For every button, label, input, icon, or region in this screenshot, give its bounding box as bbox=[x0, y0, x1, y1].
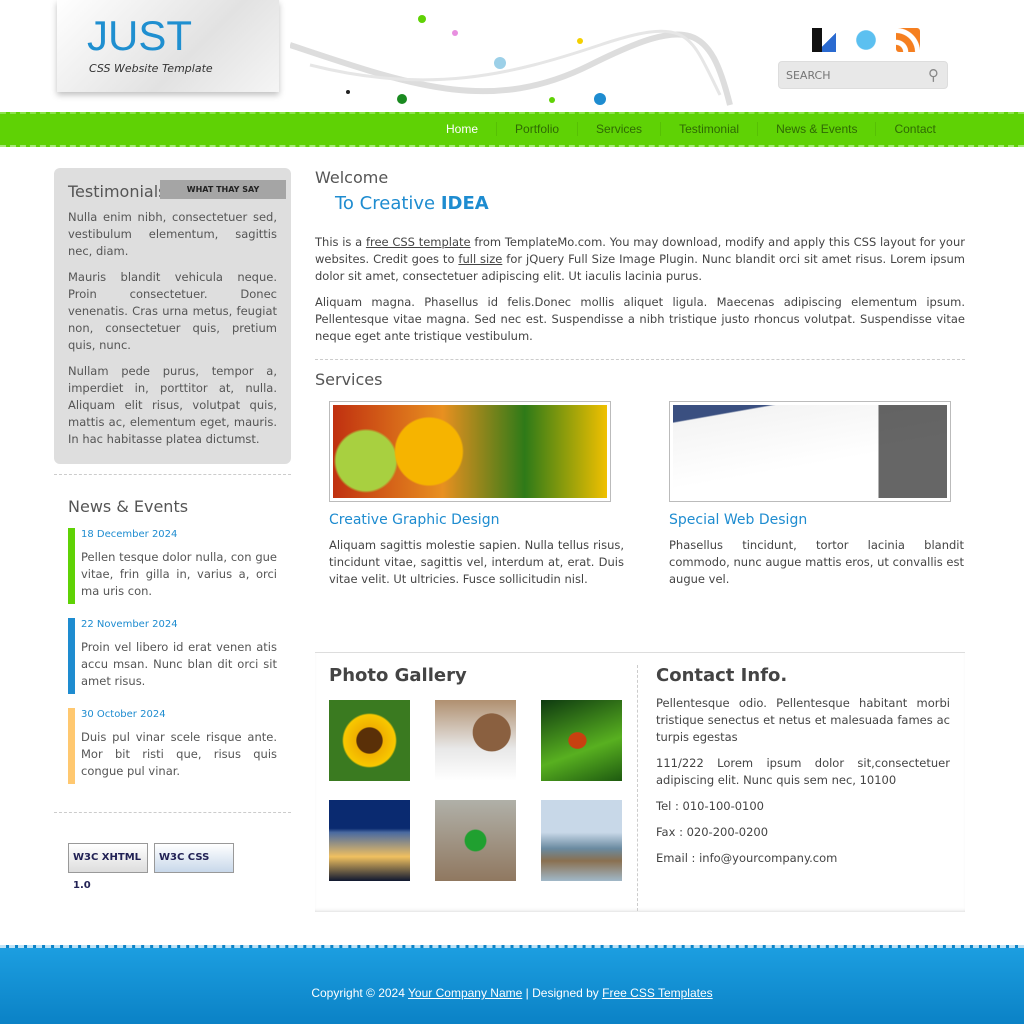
full-size-link[interactable]: full size bbox=[458, 252, 502, 266]
nav-item-contact[interactable]: Contact bbox=[876, 122, 953, 136]
copyright-text: Copyright © 2024 bbox=[311, 986, 409, 1000]
css-badge[interactable]: W3C CSS bbox=[154, 843, 234, 873]
logo-subtitle: CSS Website Template bbox=[89, 62, 213, 75]
gallery-photo-sunflower[interactable] bbox=[329, 700, 410, 781]
news-date[interactable]: 18 December 2024 bbox=[81, 529, 277, 540]
main-content: Welcome To Creative IDEA This is a free … bbox=[315, 168, 965, 588]
news-text: Proin vel libero id erat venen atis accu… bbox=[81, 640, 277, 688]
twitter-icon[interactable] bbox=[854, 28, 878, 52]
nav-item-services[interactable]: Services bbox=[578, 122, 662, 136]
header: JUST CSS Website Template ⚲ bbox=[0, 0, 1024, 112]
services-section: Services Creative Graphic Design Aliquam… bbox=[315, 359, 965, 588]
main-nav: Home Portfolio Services Testimonial News & E… bbox=[0, 112, 1024, 147]
search-box: ⚲ bbox=[778, 61, 948, 89]
company-link[interactable]: Your Company Name bbox=[408, 986, 522, 1000]
sidebar: Testimonials WHAT THAY SAY Nulla enim ni… bbox=[54, 168, 291, 903]
footer: Copyright © 2024 Your Company Name | Des… bbox=[0, 945, 1024, 1024]
service-item: Creative Graphic Design Aliquam sagittis… bbox=[329, 401, 624, 588]
footer-text: | Designed by bbox=[522, 986, 603, 1000]
logo[interactable]: JUST CSS Website Template bbox=[57, 0, 279, 92]
contact-address: 111/222 Lorem ipsum dolor sit,consectetu… bbox=[656, 756, 950, 787]
nav-item-news-events[interactable]: News & Events bbox=[758, 122, 877, 136]
delicious-icon[interactable] bbox=[812, 28, 836, 52]
testimonial-text: Nulla enim nibh, consectetuer sed, vesti… bbox=[68, 210, 277, 258]
validator-badges: W3C XHTML 1.0 W3C CSS bbox=[54, 813, 291, 903]
xhtml-badge[interactable]: W3C XHTML 1.0 bbox=[68, 843, 148, 891]
free-css-link[interactable]: free CSS template bbox=[366, 235, 471, 249]
welcome-paragraph: This is a free CSS template from Templat… bbox=[315, 234, 965, 285]
welcome-section: Welcome To Creative IDEA This is a free … bbox=[315, 168, 965, 345]
testimonials-box: Testimonials WHAT THAY SAY Nulla enim ni… bbox=[54, 168, 291, 464]
testimonial-text: Mauris blandit vehicula neque. Proin con… bbox=[68, 270, 277, 352]
nav-item-testimonial[interactable]: Testimonial bbox=[661, 122, 759, 136]
gallery-photo-ladybug[interactable] bbox=[541, 700, 622, 781]
designer-link[interactable]: Free CSS Templates bbox=[602, 986, 713, 1000]
subtitle-text: To Creative bbox=[335, 193, 441, 214]
service-image[interactable] bbox=[669, 401, 951, 502]
gallery-photo-city-night[interactable] bbox=[329, 800, 410, 881]
contact-email: Email : info@yourcompany.com bbox=[656, 851, 838, 865]
news-item: 30 October 2024 Duis pul vinar scele risq… bbox=[68, 708, 277, 784]
testimonial-text: Nullam pede purus, tempor a, imperdiet i… bbox=[68, 364, 277, 446]
welcome-subtitle: To Creative IDEA bbox=[335, 193, 965, 214]
gallery-title: Photo Gallery bbox=[329, 665, 467, 686]
text: This is a bbox=[315, 235, 366, 249]
search-input[interactable] bbox=[779, 62, 909, 88]
search-icon[interactable]: ⚲ bbox=[928, 66, 939, 84]
news-date[interactable]: 30 October 2024 bbox=[81, 709, 277, 720]
gallery-photo-pier[interactable] bbox=[541, 800, 622, 881]
news-events: News & Events 18 December 2024 Pellen tes… bbox=[54, 475, 291, 812]
news-title: News & Events bbox=[68, 497, 189, 516]
contact-title: Contact Info. bbox=[656, 665, 788, 686]
contact-fax: Fax : 020-200-0200 bbox=[656, 825, 769, 839]
service-text: Phasellus tincidunt, tortor lacinia blan… bbox=[669, 538, 964, 586]
gallery-photo-parrot[interactable] bbox=[435, 800, 516, 881]
service-text: Aliquam sagittis molestie sapien. Nulla … bbox=[329, 538, 624, 586]
photo-gallery: Photo Gallery bbox=[329, 665, 629, 881]
testimonials-tag: WHAT THAY SAY bbox=[160, 180, 286, 199]
services-title: Services bbox=[315, 370, 383, 389]
contact-tel: Tel : 010-100-0100 bbox=[656, 799, 764, 813]
logo-title: JUST bbox=[87, 12, 192, 59]
service-item: Special Web Design Phasellus tincidunt, … bbox=[669, 401, 964, 588]
news-date[interactable]: 22 November 2024 bbox=[81, 619, 277, 630]
social-links bbox=[812, 28, 920, 52]
contact-text: Pellentesque odio. Pellentesque habitant… bbox=[656, 696, 950, 744]
nav-item-home[interactable]: Home bbox=[428, 122, 498, 136]
subtitle-bold: IDEA bbox=[440, 193, 489, 214]
news-item: 22 November 2024 Proin vel libero id erat… bbox=[68, 618, 277, 694]
gallery-photo-stones[interactable] bbox=[435, 700, 516, 781]
decorative-swirl bbox=[290, 15, 733, 106]
nav-item-portfolio[interactable]: Portfolio bbox=[497, 122, 579, 136]
news-text: Pellen tesque dolor nulla, con gue vitae… bbox=[81, 550, 277, 598]
news-text: Duis pul vinar scele risque ante. Mor bi… bbox=[81, 730, 277, 778]
welcome-title: Welcome bbox=[315, 168, 389, 187]
news-item: 18 December 2024 Pellen tesque dolor null… bbox=[68, 528, 277, 604]
bottom-section: Photo Gallery Contact Info. Pellentesque… bbox=[315, 652, 965, 912]
service-title[interactable]: Special Web Design bbox=[669, 512, 964, 528]
welcome-paragraph: Aliquam magna. Phasellus id felis.Donec … bbox=[315, 295, 965, 343]
service-image[interactable] bbox=[329, 401, 611, 502]
rss-icon[interactable] bbox=[896, 28, 920, 52]
divider bbox=[637, 665, 638, 911]
contact-info: Contact Info. Pellentesque odio. Pellent… bbox=[656, 665, 950, 867]
service-title[interactable]: Creative Graphic Design bbox=[329, 512, 624, 528]
